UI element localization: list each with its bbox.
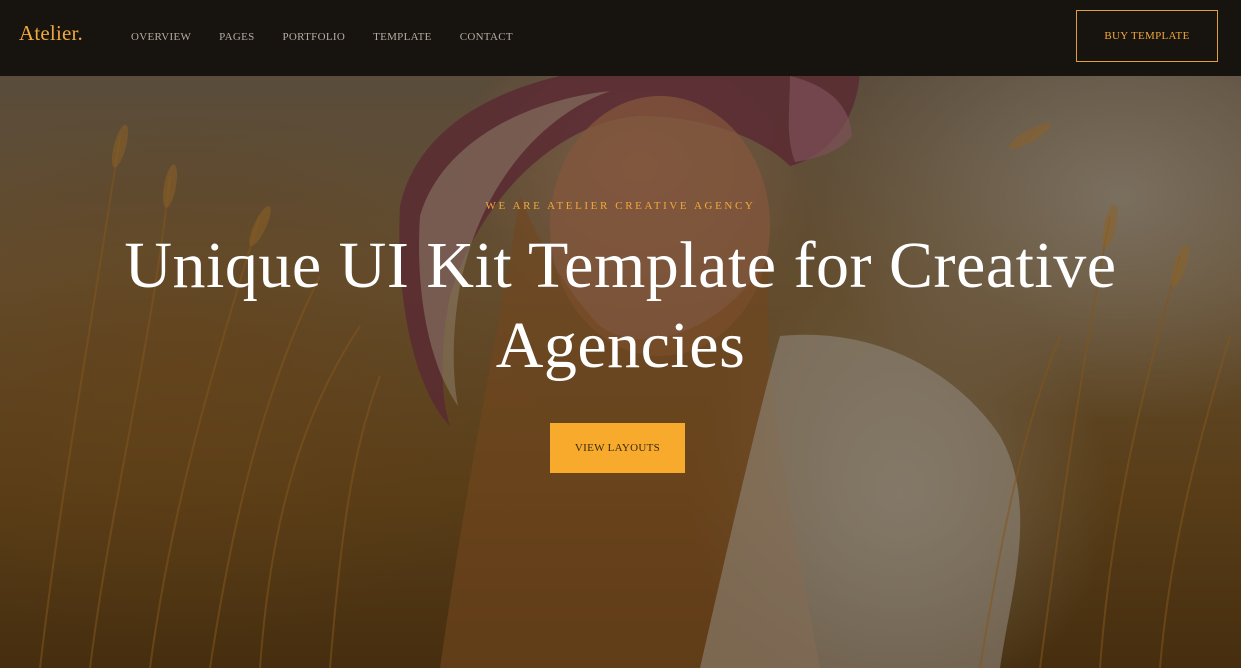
nav-item-portfolio[interactable]: PORTFOLIO	[283, 31, 346, 43]
buy-template-button[interactable]: BUY TEMPLATE	[1076, 10, 1218, 62]
nav-item-pages[interactable]: PAGES	[219, 31, 254, 43]
hero-eyebrow: WE ARE ATELIER CREATIVE AGENCY	[485, 200, 756, 212]
main-nav: OVERVIEW PAGES PORTFOLIO TEMPLATE CONTAC…	[131, 31, 541, 43]
nav-item-contact[interactable]: CONTACT	[460, 31, 513, 43]
hero-section: WE ARE ATELIER CREATIVE AGENCY Unique UI…	[0, 76, 1241, 668]
page: Atelier. OVERVIEW PAGES PORTFOLIO TEMPLA…	[0, 0, 1241, 668]
top-navbar: Atelier. OVERVIEW PAGES PORTFOLIO TEMPLA…	[0, 0, 1241, 76]
hero-title: Unique UI Kit Template for Creative Agen…	[124, 229, 1117, 382]
view-layouts-button[interactable]: VIEW LAYOUTS	[550, 423, 685, 473]
nav-item-template[interactable]: TEMPLATE	[373, 31, 432, 43]
brand-logo[interactable]: Atelier.	[19, 21, 83, 46]
nav-item-overview[interactable]: OVERVIEW	[131, 31, 191, 43]
